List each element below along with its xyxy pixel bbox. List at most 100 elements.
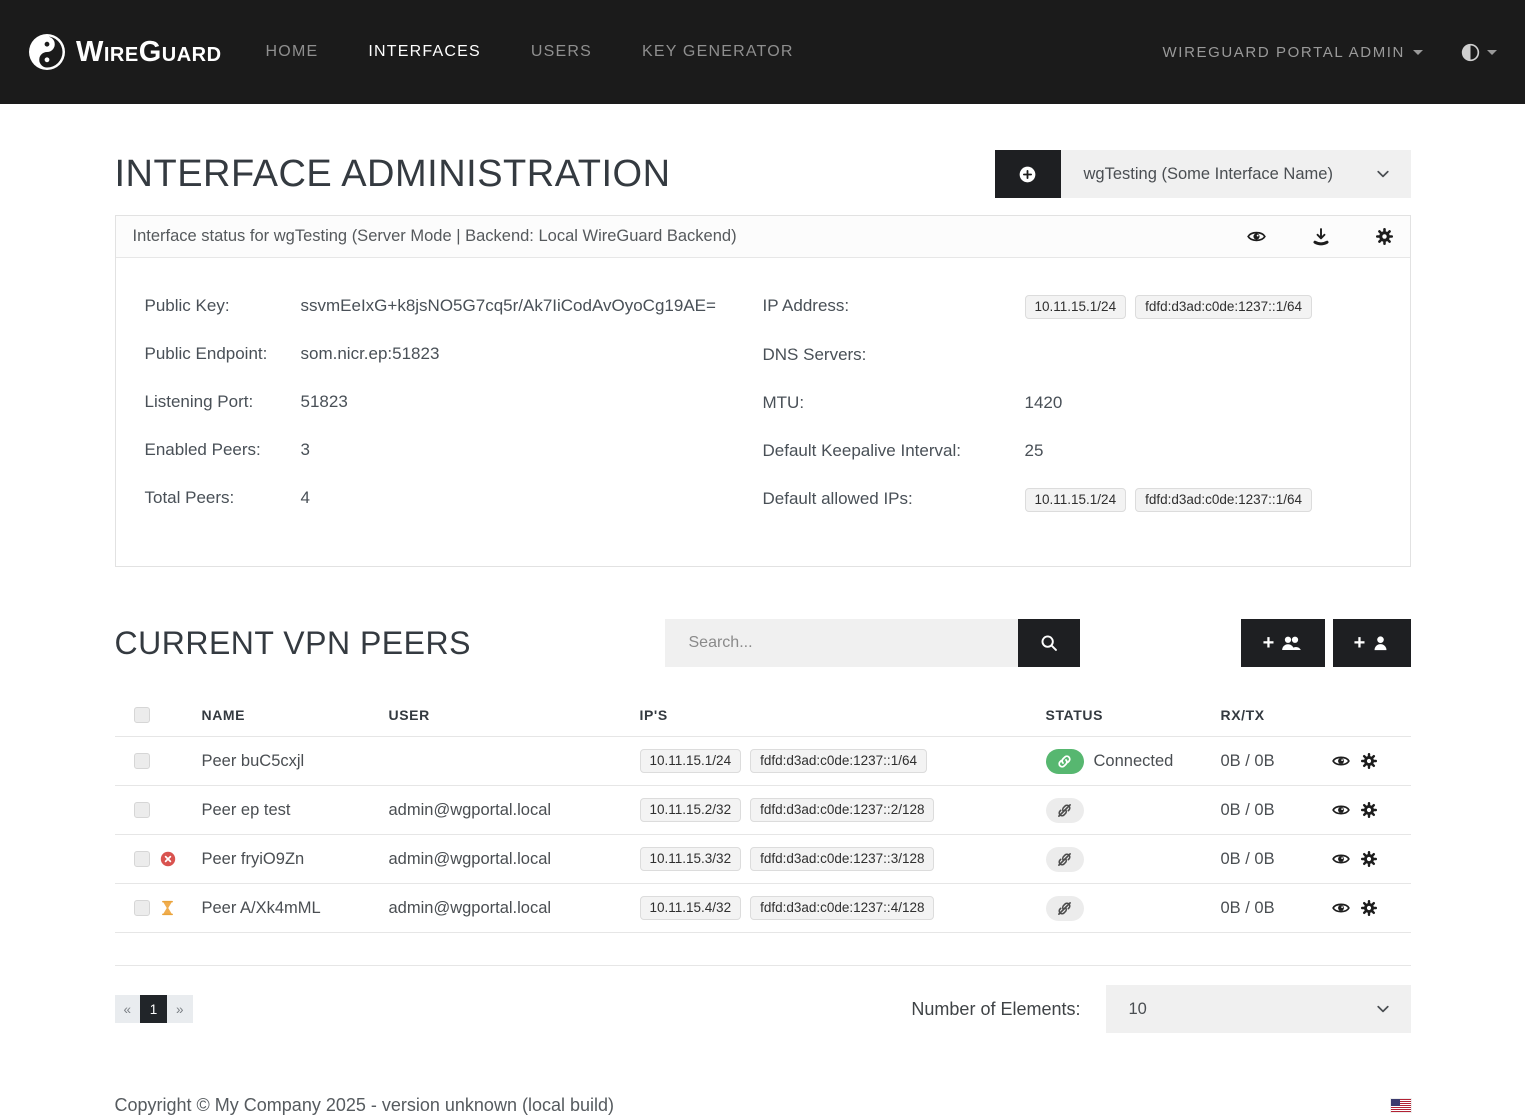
pagination: « 1 » (115, 995, 193, 1023)
person-icon (1372, 635, 1389, 652)
page-size-select[interactable]: 10 (1106, 985, 1411, 1033)
main-nav: HOME INTERFACES USERS KEY GENERATOR (266, 43, 794, 61)
nav-key-generator[interactable]: KEY GENERATOR (642, 43, 794, 61)
connected-link-icon (1046, 749, 1084, 774)
interface-status-card: Interface status for wgTesting (Server M… (115, 215, 1411, 567)
view-peer-button[interactable] (1332, 801, 1350, 819)
page-title: INTERFACE ADMINISTRATION (115, 153, 671, 196)
rxtx-value: 0B / 0B (1221, 801, 1332, 820)
field-label: Public Key: (145, 294, 301, 318)
peer-user: admin@wgportal.local (389, 899, 640, 918)
pagination-prev[interactable]: « (115, 995, 141, 1023)
col-header-name: NAME (202, 707, 389, 723)
ip-badge: 10.11.15.1/24 (1025, 488, 1127, 512)
download-config-button[interactable] (1312, 228, 1330, 246)
edit-peer-button[interactable] (1361, 851, 1377, 867)
field-label: DNS Servers: (763, 343, 1025, 367)
listening-port-value: 51823 (301, 390, 348, 414)
enabled-peers-value: 3 (301, 438, 310, 462)
table-row: Peer A/Xk4mML admin@wgportal.local 10.11… (115, 884, 1411, 933)
wireguard-logo-icon (28, 33, 66, 71)
col-header-status: STATUS (1046, 707, 1221, 723)
edit-peer-button[interactable] (1361, 802, 1377, 818)
field-label: MTU: (763, 391, 1025, 415)
page-size-value: 10 (1129, 1000, 1147, 1019)
theme-toggle-dropdown[interactable] (1461, 43, 1497, 62)
pagination-page-1[interactable]: 1 (140, 995, 167, 1023)
disconnected-unlink-icon (1046, 896, 1084, 921)
peer-user: admin@wgportal.local (389, 801, 640, 820)
chevron-down-icon (1375, 1001, 1391, 1017)
nav-users[interactable]: USERS (531, 43, 592, 61)
user-menu-dropdown[interactable]: WIREGUARD PORTAL ADMIN (1163, 44, 1423, 61)
add-interface-button[interactable] (995, 150, 1061, 198)
interface-select[interactable]: wgTesting (Some Interface Name) (1061, 150, 1411, 198)
status-label: Connected (1094, 752, 1174, 771)
total-peers-value: 4 (301, 486, 310, 510)
peer-expiring-hourglass-icon (160, 900, 202, 916)
search-button[interactable] (1018, 619, 1080, 667)
peers-table: NAME USER IP'S STATUS RX/TX Peer buC5cxj… (115, 694, 1411, 966)
search-icon (1040, 634, 1058, 652)
table-row: Peer buC5cxjl 10.11.15.1/24fdfd:d3ad:c0d… (115, 737, 1411, 786)
view-config-button[interactable] (1247, 227, 1266, 246)
table-row: Peer fryiO9Zn admin@wgportal.local 10.11… (115, 835, 1411, 884)
ip-badge: fdfd:d3ad:c0de:1237::4/128 (750, 896, 934, 920)
caret-down-icon (1413, 50, 1423, 55)
chevron-down-icon (1375, 166, 1391, 182)
view-peer-button[interactable] (1332, 899, 1350, 917)
plus-sign: + (1263, 632, 1275, 655)
field-label: Total Peers: (145, 486, 301, 510)
ip-badge: 10.11.15.1/24 (640, 749, 742, 773)
row-checkbox[interactable] (134, 900, 150, 916)
theme-half-circle-icon (1461, 43, 1480, 62)
ip-badge: fdfd:d3ad:c0de:1237::1/64 (1135, 488, 1312, 512)
row-checkbox[interactable] (134, 851, 150, 867)
peer-name: Peer ep test (202, 801, 389, 820)
interface-select-value: wgTesting (Some Interface Name) (1084, 165, 1333, 184)
rxtx-value: 0B / 0B (1221, 850, 1332, 869)
field-label: Default Keepalive Interval: (763, 439, 1025, 463)
search-input[interactable] (665, 619, 1018, 667)
ip-badge: fdfd:d3ad:c0de:1237::3/128 (750, 847, 934, 871)
table-row: Peer ep test admin@wgportal.local 10.11.… (115, 786, 1411, 835)
add-peer-button[interactable]: + (1333, 619, 1411, 667)
peers-title: CURRENT VPN PEERS (115, 625, 471, 662)
col-header-rxtx: RX/TX (1221, 707, 1332, 723)
select-all-checkbox[interactable] (134, 707, 150, 723)
brand-text: WireGuard (76, 36, 222, 69)
ip-badge: fdfd:d3ad:c0de:1237::1/64 (1135, 295, 1312, 319)
edit-interface-button[interactable] (1376, 228, 1393, 245)
public-key-value: ssvmEeIxG+k8jsNO5G7cq5r/Ak7IiCodAvOyoCg1… (301, 294, 716, 318)
view-peer-button[interactable] (1332, 850, 1350, 868)
nav-home[interactable]: HOME (266, 43, 319, 61)
field-label: Public Endpoint: (145, 342, 301, 366)
field-label: Listening Port: (145, 390, 301, 414)
edit-peer-button[interactable] (1361, 753, 1377, 769)
us-flag-icon[interactable] (1391, 1099, 1411, 1112)
field-label: Default allowed IPs: (763, 487, 1025, 512)
caret-down-icon (1487, 50, 1497, 55)
brand-logo[interactable]: WireGuard (28, 33, 222, 71)
nav-interfaces[interactable]: INTERFACES (368, 43, 480, 61)
row-checkbox[interactable] (134, 802, 150, 818)
row-checkbox[interactable] (134, 753, 150, 769)
user-menu-label: WIREGUARD PORTAL ADMIN (1163, 44, 1405, 61)
keepalive-value: 25 (1025, 439, 1044, 463)
edit-peer-button[interactable] (1361, 900, 1377, 916)
public-endpoint-value: som.nicr.ep:51823 (301, 342, 440, 366)
pagination-next[interactable]: » (167, 995, 193, 1023)
card-title: Interface status for wgTesting (Server M… (133, 227, 737, 246)
ip-badge: 10.11.15.4/32 (640, 896, 742, 920)
copyright-text: Copyright © My Company 2025 - version un… (115, 1095, 615, 1115)
col-header-ips: IP'S (640, 707, 1046, 723)
view-peer-button[interactable] (1332, 752, 1350, 770)
mtu-value: 1420 (1025, 391, 1063, 415)
peer-disabled-icon (160, 851, 202, 867)
plus-circle-icon (1019, 166, 1036, 183)
navbar: WireGuard HOME INTERFACES USERS KEY GENE… (0, 0, 1525, 104)
disconnected-unlink-icon (1046, 798, 1084, 823)
add-multiple-peers-button[interactable]: + (1241, 619, 1325, 667)
peer-user: admin@wgportal.local (389, 850, 640, 869)
ip-badge: 10.11.15.3/32 (640, 847, 742, 871)
